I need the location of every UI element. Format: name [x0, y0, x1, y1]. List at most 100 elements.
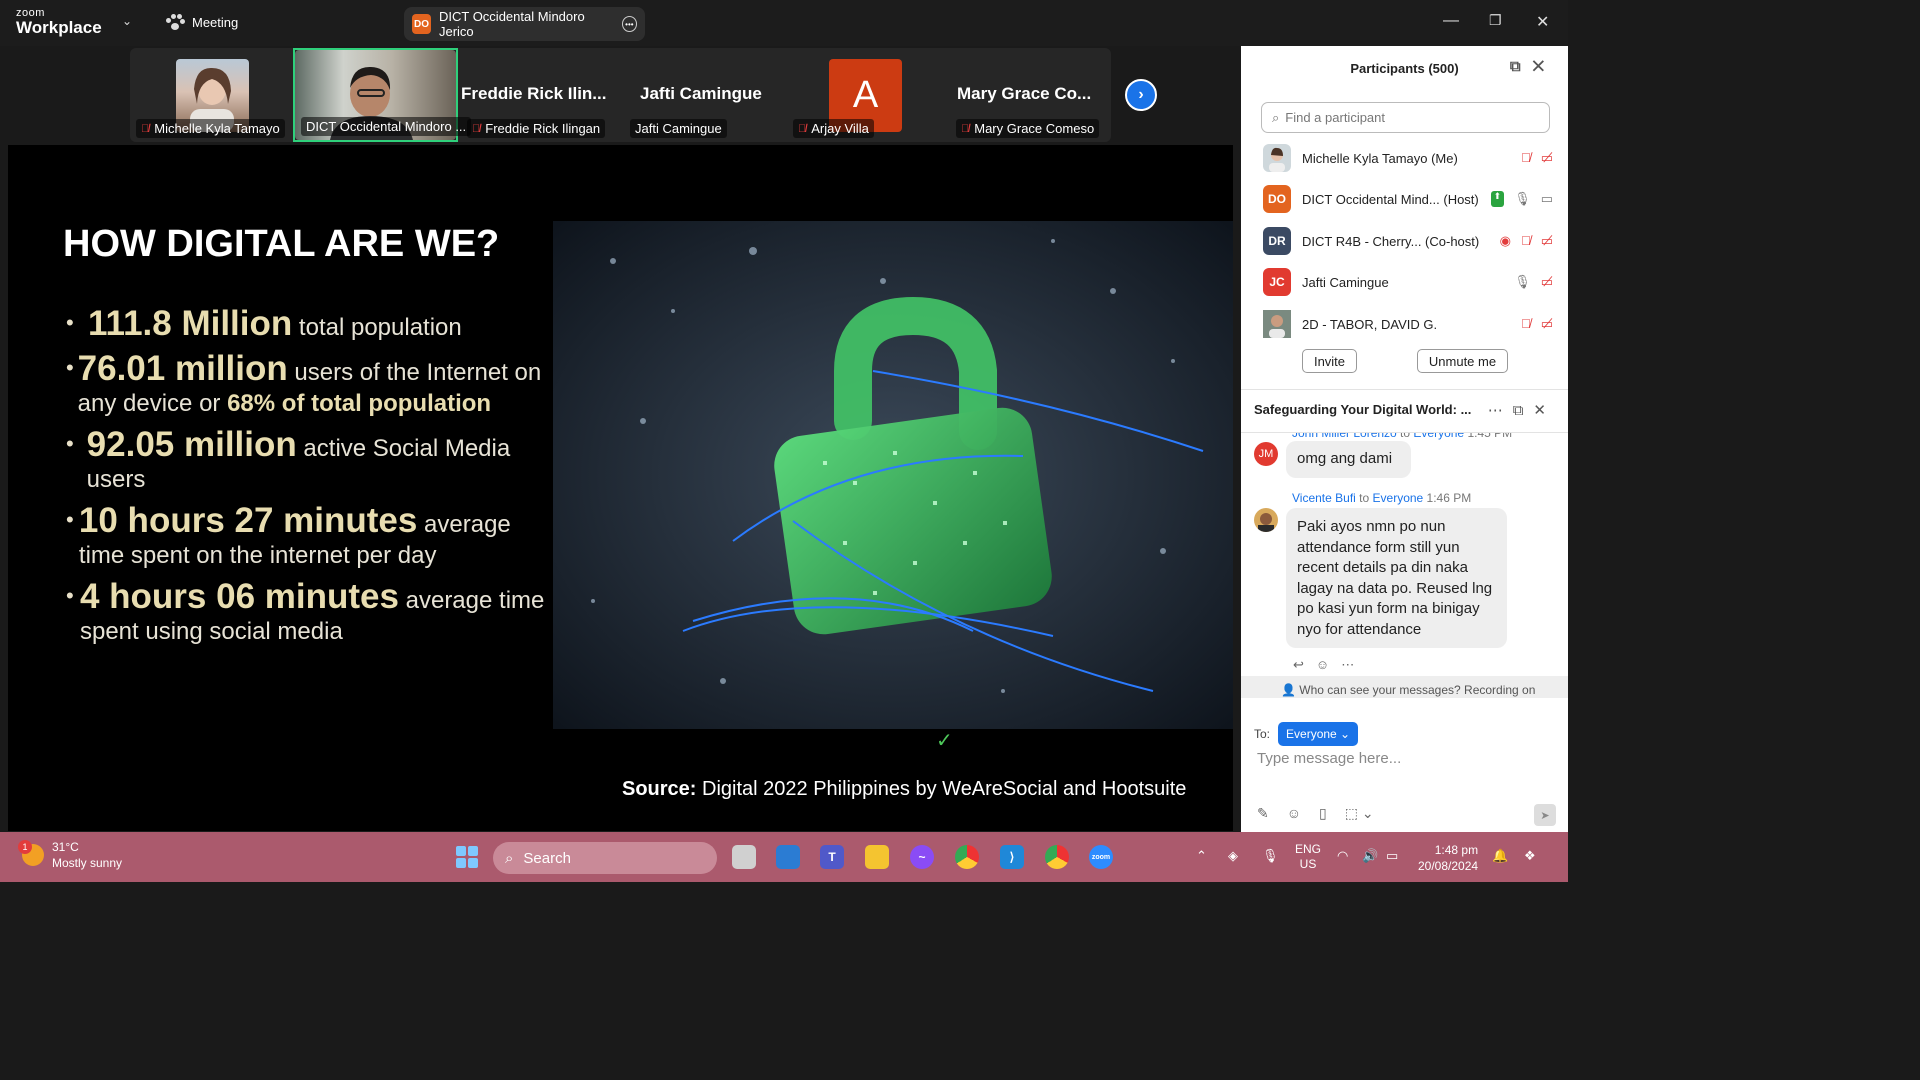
mic-off-icon: 🎙̸ [472, 122, 481, 135]
windows-start-icon[interactable] [456, 846, 478, 868]
emoji-icon[interactable]: ☺ [1287, 805, 1301, 822]
show-hidden-icons[interactable]: ⌃ [1196, 848, 1207, 864]
close-chat-icon[interactable]: ✕ [1533, 402, 1556, 419]
participant-name-tag: Jafti Camingue [630, 119, 727, 138]
format-icon[interactable]: ✎ [1257, 805, 1269, 822]
date: 20/08/2024 [1418, 859, 1479, 873]
avatar [1263, 310, 1291, 338]
reply-icon[interactable]: ↩ [1293, 657, 1304, 673]
video-tile[interactable]: Freddie Rick Ilin... 🎙̸ Freddie Rick Ilin… [461, 48, 623, 142]
bullet-figure: 111.8 Million [88, 304, 293, 343]
participant-name-tag: 🎙̸ Michelle Kyla Tamayo [136, 119, 285, 138]
chevron-down-icon[interactable]: ⌄ [122, 14, 132, 28]
file-icon[interactable]: ▯ [1319, 805, 1327, 822]
volume-icon[interactable]: 🔊 [1362, 848, 1378, 864]
messenger-icon[interactable]: ~ [910, 845, 934, 869]
message-recipient[interactable]: Everyone [1373, 491, 1424, 505]
microphone-icon[interactable]: 🎙 [1262, 848, 1279, 864]
person-icon: 👤 [1281, 683, 1300, 697]
message-avatar [1254, 508, 1278, 532]
popout-icon[interactable]: ⧉ [1510, 58, 1533, 75]
participant-name: Freddie Rick Ilingan [485, 121, 601, 136]
unmute-me-button[interactable]: Unmute me [1417, 349, 1508, 373]
video-tile[interactable]: Jafti Camingue Jafti Camingue [624, 48, 786, 142]
chat-message: Paki ayos nmn po nun attendance form sti… [1286, 508, 1507, 648]
slide-source: Source: Digital 2022 Philippines by WeAr… [622, 778, 1186, 801]
participant-name-tag: 🎙̸ Mary Grace Comeso [956, 119, 1100, 138]
mic-off-icon: 🎙̸ [141, 122, 150, 135]
message-sender[interactable]: Vicente Bufi [1292, 491, 1356, 505]
restore-button[interactable]: ❐ [1489, 12, 1502, 29]
more-icon[interactable]: ⋯ [1341, 657, 1354, 673]
video-tile[interactable]: 🎙̸ Michelle Kyla Tamayo [130, 48, 290, 142]
minimize-button[interactable]: — [1443, 12, 1459, 30]
annotation-checkmark-icon: ✓ [936, 730, 953, 752]
search-placeholder: Find a participant [1285, 110, 1386, 125]
zoom-icon[interactable]: zoom [1089, 845, 1113, 869]
slide-title: HOW DIGITAL ARE WE? [63, 223, 500, 265]
bullet-item: • 10 hours 27 minutes average time spent … [66, 501, 511, 569]
participant-name: Michelle Kyla Tamayo (Me) [1302, 150, 1458, 166]
invite-button[interactable]: Invite [1302, 349, 1357, 373]
language-indicator[interactable]: ENG US [1295, 842, 1321, 872]
close-panel-icon[interactable]: ✕ [1533, 58, 1556, 75]
participant-display-name: Mary Grace Co... [957, 84, 1092, 103]
video-tile-active-speaker[interactable]: DICT Occidental Mindoro ... [293, 48, 472, 142]
participants-title: Participants (500) [1350, 60, 1459, 76]
battery-icon[interactable]: ▭ [1386, 848, 1398, 864]
participant-row[interactable]: JC Jafti Camingue 🎙 ▭̸ [1263, 267, 1553, 297]
recording-icon: ◉ [1499, 233, 1511, 248]
store-icon[interactable] [776, 845, 800, 869]
clock[interactable]: 1:48 pm 20/08/2024 [1418, 842, 1478, 874]
shared-screen: HOW DIGITAL ARE WE? • 111.8 Million total… [8, 145, 1233, 831]
participant-row[interactable]: 2D - TABOR, DAVID G. 🎙̸ ▭̸ [1263, 309, 1553, 339]
vscode-icon[interactable]: ⟩ [1000, 845, 1024, 869]
source-text: Digital 2022 Philippines by WeAreSocial … [696, 778, 1187, 800]
participant-row[interactable]: DR DICT R4B - Cherry... (Co-host) ◉ 🎙̸ ▭̸ [1263, 226, 1553, 256]
send-icon[interactable]: ➤ [1534, 804, 1556, 826]
teams-icon[interactable]: T [820, 845, 844, 869]
more-icon[interactable]: ⋯ [1488, 402, 1513, 419]
taskbar-search[interactable]: ⌕ Search [493, 842, 717, 874]
sun-icon: 1 [18, 840, 44, 866]
participant-name: DICT Occidental Mind... (Host) [1302, 191, 1479, 207]
participant-name: DICT R4B - Cherry... (Co-host) [1302, 233, 1480, 249]
active-speaker-pill[interactable]: DO DICT Occidental Mindoro Jerico ••• [404, 7, 645, 41]
video-off-icon: ▭̸ [1540, 316, 1553, 331]
task-view-icon[interactable] [732, 845, 756, 869]
participant-row[interactable]: DO DICT Occidental Mind... (Host) ⬆ 🎙 ▭ [1263, 184, 1553, 214]
add-reaction-icon[interactable]: ☺ [1316, 657, 1329, 673]
chrome-profile-icon[interactable] [1045, 845, 1069, 869]
weather-widget[interactable]: 1 31°C Mostly sunny [18, 839, 122, 871]
divider [1241, 389, 1568, 390]
screenshot-icon[interactable]: ⬚ ⌄ [1345, 805, 1374, 822]
mic-off-icon: 🎙̸ [1520, 233, 1531, 248]
slide-bullets: • 111.8 Million total population • 76.01 m… [66, 306, 546, 657]
meeting-menu[interactable]: Meeting [166, 14, 238, 30]
security-icon[interactable]: ◈ [1228, 848, 1238, 864]
recipient-dropdown[interactable]: Everyone ⌄ [1278, 722, 1359, 746]
participant-search-input[interactable]: ⌕ Find a participant [1261, 102, 1550, 133]
paw-icon [166, 14, 185, 30]
avatar: DR [1263, 227, 1291, 255]
popout-icon[interactable]: ⧉ [1513, 402, 1534, 419]
bullet-item: • 76.01 million users of the Internet on … [66, 349, 542, 417]
chat-title: Safeguarding Your Digital World: ... [1254, 402, 1472, 417]
privacy-notice[interactable]: 👤 Who can see your messages? Recording o… [1281, 683, 1535, 697]
message-input[interactable]: Type message here... [1257, 750, 1401, 767]
notification-bell-icon[interactable]: 🔔 [1492, 848, 1508, 864]
video-tile[interactable]: A 🎙̸ Arjay Villa [787, 48, 949, 142]
temperature: 31°C [52, 840, 79, 854]
participant-row[interactable]: Michelle Kyla Tamayo (Me) 🎙̸ ▭̸ [1263, 143, 1553, 173]
divider [1241, 432, 1568, 433]
close-button[interactable]: ✕ [1536, 12, 1549, 32]
chrome-icon[interactable] [955, 845, 979, 869]
wifi-icon[interactable]: ◠ [1337, 848, 1348, 864]
next-page-arrow-icon[interactable]: › [1125, 79, 1157, 111]
video-tile[interactable]: Mary Grace Co... 🎙̸ Mary Grace Comeso [950, 48, 1111, 142]
more-options-icon[interactable]: ••• [621, 16, 637, 32]
file-explorer-icon[interactable] [865, 845, 889, 869]
copilot-icon[interactable]: ❖ [1524, 848, 1536, 864]
message-actions: ↩ ☺ ⋯ [1293, 657, 1354, 673]
bullet-emphasis: 68% of total population [227, 390, 492, 417]
